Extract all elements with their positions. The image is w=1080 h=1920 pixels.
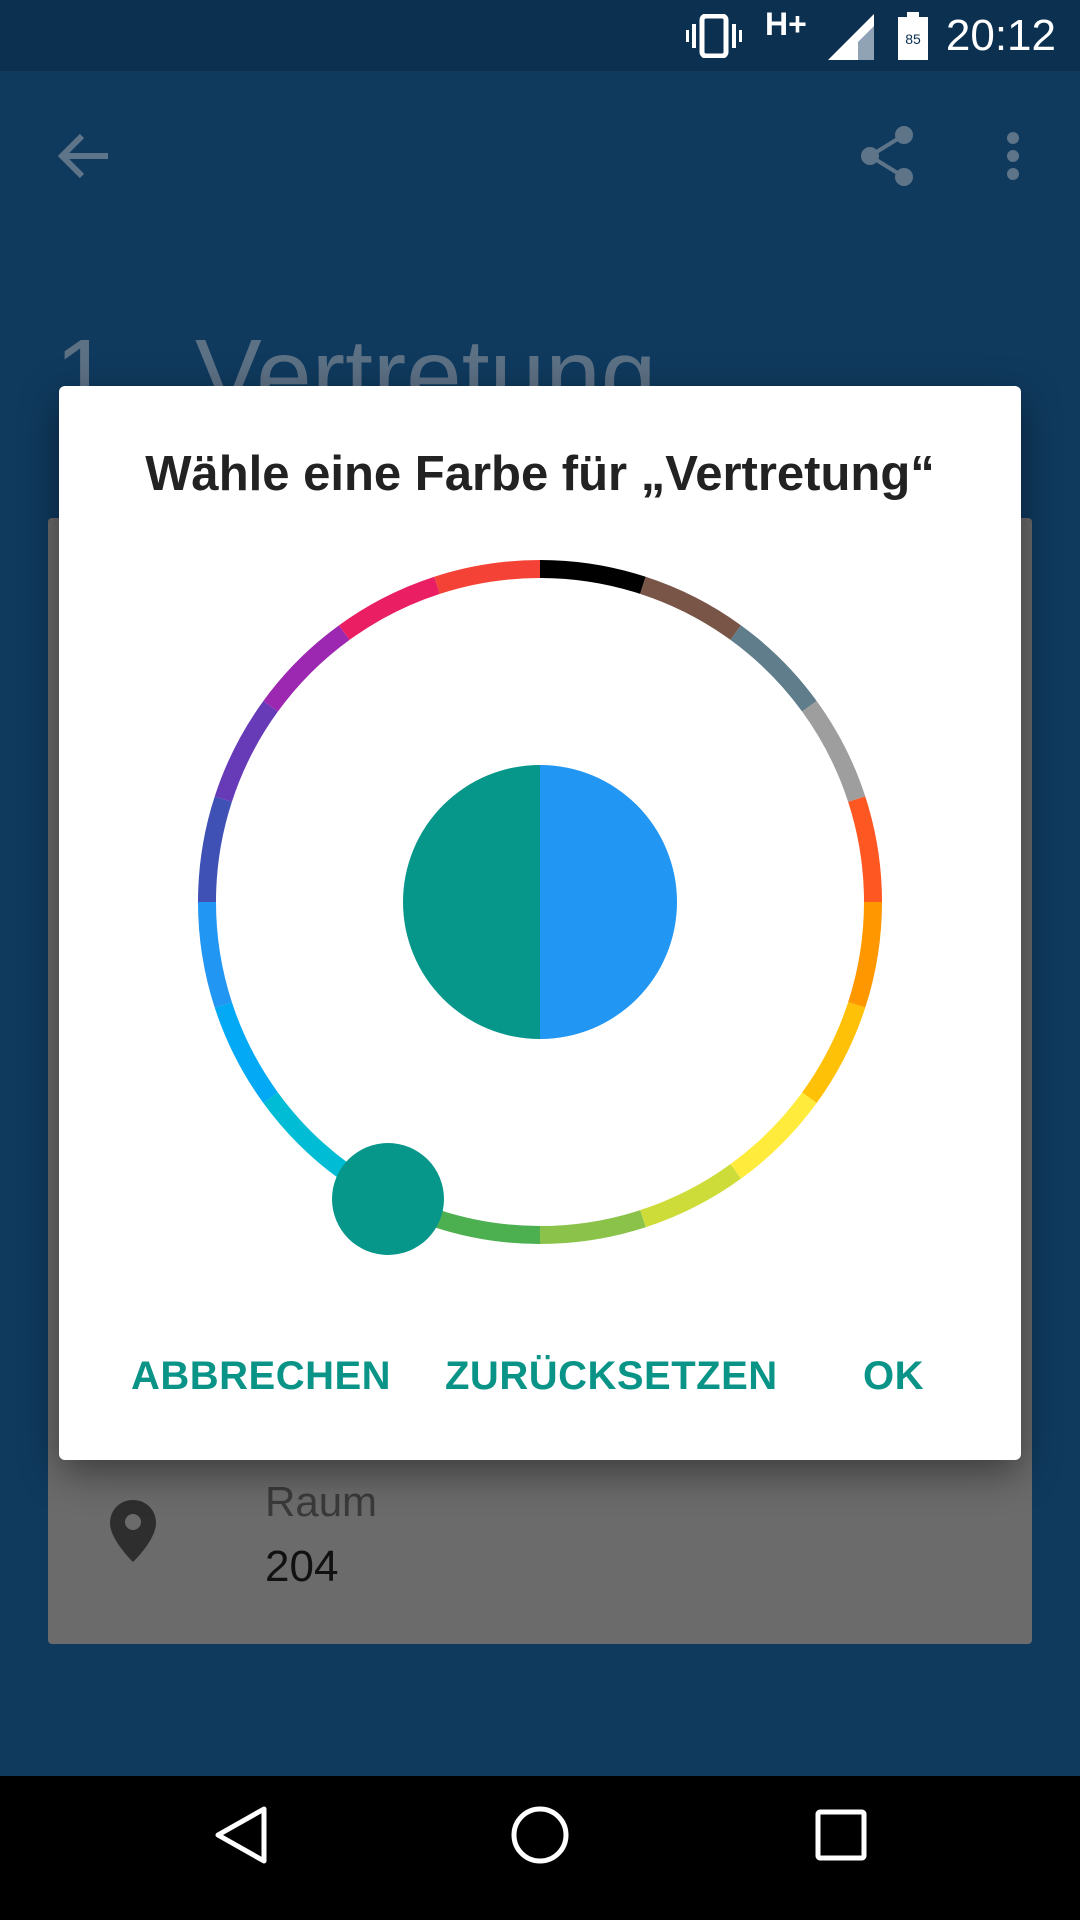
screen: H+ 85 20:12 1 Vertretung Raum 204 Wähle …: [0, 0, 1080, 1920]
location-pin-icon: [110, 1500, 156, 1562]
color-wheel[interactable]: [59, 386, 1021, 1346]
reset-button[interactable]: ZURÜCKSETZEN: [445, 1354, 778, 1399]
room-label: Raum: [265, 1478, 378, 1525]
color-swatch-segment[interactable]: [848, 796, 882, 903]
status-bar: H+ 85 20:12: [0, 0, 1080, 71]
share-icon[interactable]: [860, 125, 916, 187]
back-arrow-icon[interactable]: [58, 133, 110, 179]
color-swatch-segment[interactable]: [263, 1092, 350, 1179]
cancel-button[interactable]: ABBRECHEN: [131, 1354, 391, 1399]
color-swatch-segment[interactable]: [214, 700, 278, 802]
recents-square-icon[interactable]: [814, 1804, 868, 1866]
color-swatch-segment[interactable]: [539, 1210, 646, 1244]
color-swatch-segment[interactable]: [434, 1210, 541, 1244]
color-swatch-segment[interactable]: [848, 901, 882, 1008]
app-bar: [0, 71, 1080, 239]
signal-icon: [828, 14, 874, 60]
network-type-icon: H+: [765, 6, 807, 42]
navigation-bar: [0, 1776, 1080, 1920]
color-swatch-segment[interactable]: [802, 1002, 866, 1104]
home-circle-icon[interactable]: [510, 1804, 570, 1866]
color-swatch-segment[interactable]: [198, 901, 232, 1008]
color-swatch-segment[interactable]: [802, 700, 866, 802]
color-swatch-segment[interactable]: [640, 1164, 742, 1228]
preview-new-color: [540, 765, 677, 1039]
color-swatch-segment[interactable]: [730, 1092, 817, 1179]
battery-level-text: 85: [905, 31, 921, 47]
ok-button[interactable]: OK: [863, 1354, 924, 1399]
color-swatch-segment[interactable]: [338, 576, 440, 640]
color-picker-dialog: Wähle eine Farbe für „Vertretung“ ABBREC…: [59, 386, 1021, 1460]
color-swatch-segment[interactable]: [730, 625, 817, 712]
color-swatch-segment[interactable]: [198, 796, 232, 903]
color-swatch-segment[interactable]: [263, 625, 350, 712]
room-value: 204: [265, 1542, 339, 1591]
back-triangle-icon[interactable]: [212, 1804, 270, 1866]
preview-old-color: [403, 765, 540, 1039]
color-swatch-segment[interactable]: [434, 560, 541, 594]
color-selector-thumb[interactable]: [332, 1143, 444, 1255]
color-swatch-segment[interactable]: [539, 560, 646, 594]
color-swatch-segment[interactable]: [214, 1002, 278, 1104]
battery-icon: 85: [898, 12, 928, 60]
vibrate-icon: [686, 14, 742, 58]
status-time: 20:12: [945, 11, 1056, 60]
color-swatch-segment[interactable]: [640, 576, 742, 640]
more-vert-icon[interactable]: [1006, 131, 1020, 181]
color-preview: [403, 765, 677, 1039]
